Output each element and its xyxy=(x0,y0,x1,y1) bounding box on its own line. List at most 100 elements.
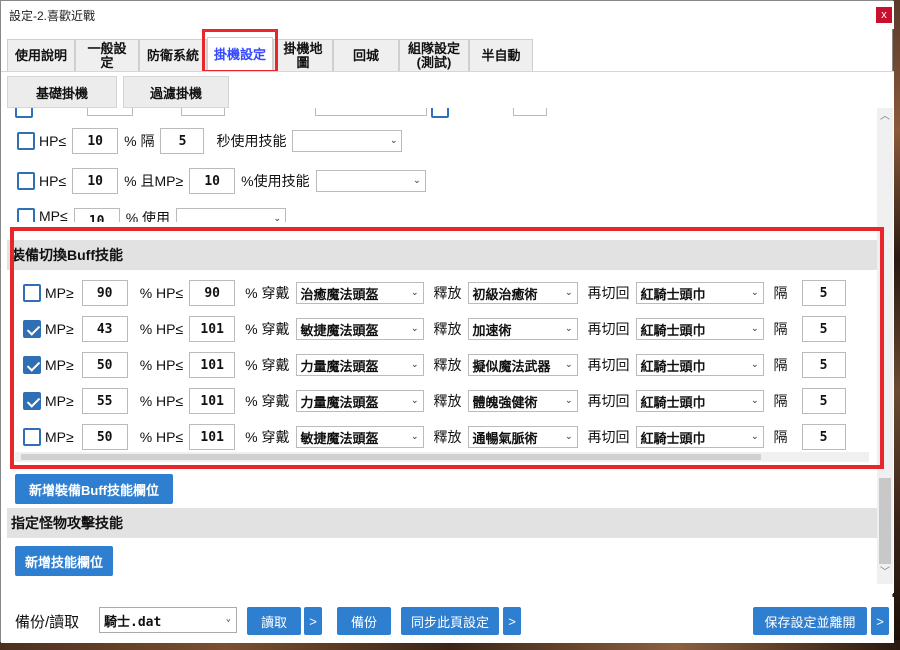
partial-input[interactable] xyxy=(181,108,225,116)
buff-section-header: 裝備切換Buff技能 xyxy=(7,240,877,270)
buff-row-checkbox[interactable] xyxy=(23,428,41,446)
buff-row-checkbox[interactable] xyxy=(23,320,41,338)
hp-threshold-input[interactable]: 90 xyxy=(189,280,236,306)
skill-select[interactable]: ⌄ xyxy=(176,208,287,222)
hp-threshold-input[interactable]: 101 xyxy=(189,424,236,450)
mp-use-checkbox[interactable] xyxy=(17,208,35,222)
chevron-down-icon: ⌄ xyxy=(564,359,573,369)
hp-threshold-input[interactable]: 101 xyxy=(189,316,236,342)
scroll-pane: HP≤ 10 % 隔 5 秒使用技能 ⌄ HP≤ 10 % 且MP≥ 10 %使… xyxy=(7,108,893,594)
interval-input[interactable]: 5 xyxy=(801,388,846,414)
scroll-down-icon[interactable]: ﹀ xyxy=(877,566,893,580)
hp-value-input[interactable]: 10 xyxy=(72,128,119,154)
partial-input[interactable] xyxy=(513,108,547,116)
interval-input[interactable]: 5 xyxy=(801,280,846,306)
save-and-exit-button[interactable]: 保存設定並離開 xyxy=(753,607,867,635)
load-more-button[interactable]: > xyxy=(304,607,322,635)
main-tabs: 使用說明 一般設定 防衛系統 掛機設定 掛機地圖 回城 組隊設定 (測試) 半自… xyxy=(7,37,533,71)
interval-label: 隔 xyxy=(773,321,788,337)
scroll-up-icon[interactable]: ︿ xyxy=(877,110,893,124)
add-buff-skill-button[interactable]: 新增裝備Buff技能欄位 xyxy=(15,474,173,504)
tab-party[interactable]: 組隊設定 (測試) xyxy=(399,39,469,71)
equip-select[interactable]: 力量魔法頭盔 ⌄ xyxy=(295,354,424,376)
hp-threshold-input[interactable]: 101 xyxy=(189,352,236,378)
buff-row: MP≥ 55 % HP≤ 101 % 穿戴 力量魔法頭盔 ⌄ 釋放 體魄強健術 ⌄ 再切回 紅騎士頭巾… xyxy=(23,388,852,414)
buff-skill-select[interactable]: 擬似魔法武器 ⌄ xyxy=(467,354,578,376)
tab-general[interactable]: 一般設定 xyxy=(75,39,139,71)
mp-threshold-input[interactable]: 50 xyxy=(81,352,128,378)
interval-input[interactable]: 5 xyxy=(801,424,846,450)
mp-value-input[interactable]: 10 xyxy=(189,168,236,194)
chevron-down-icon: ⌄ xyxy=(410,431,419,441)
mp-threshold-input[interactable]: 50 xyxy=(81,424,128,450)
subtab-basic-afk[interactable]: 基礎掛機 xyxy=(7,76,117,108)
tab-return-town[interactable]: 回城 xyxy=(333,39,399,71)
mp-label: MP≥ xyxy=(45,285,74,301)
mp-label: MP≥ xyxy=(45,357,74,373)
pct-wear-label: % 穿戴 xyxy=(245,285,290,301)
mp-value-input[interactable]: 10 xyxy=(73,208,120,222)
pct-wear-label: % 穿戴 xyxy=(245,429,290,445)
buff-skill-select[interactable]: 加速術 ⌄ xyxy=(467,318,578,340)
switch-back-equip-select[interactable]: 紅騎士頭巾 ⌄ xyxy=(635,318,764,340)
load-button[interactable]: 讀取 xyxy=(247,607,301,635)
chevron-down-icon: ⌄ xyxy=(225,614,231,624)
partial-input[interactable] xyxy=(87,108,133,116)
tab-afk-settings[interactable]: 掛機設定 xyxy=(207,37,273,71)
subtab-filter-afk[interactable]: 過濾掛機 xyxy=(123,76,229,108)
partial-select[interactable] xyxy=(315,108,427,116)
hp-interval-row: HP≤ 10 % 隔 5 秒使用技能 ⌄ xyxy=(17,128,412,154)
mp-threshold-input[interactable]: 55 xyxy=(81,388,128,414)
skill-select[interactable]: ⌄ xyxy=(315,170,426,192)
tab-semi-auto[interactable]: 半自動 xyxy=(469,39,533,71)
sync-more-button[interactable]: > xyxy=(503,607,521,635)
equip-select[interactable]: 力量魔法頭盔 ⌄ xyxy=(295,390,424,412)
config-file-select[interactable]: 騎士.dat ⌄ xyxy=(99,607,237,633)
pct-hp-label: % HP≤ xyxy=(139,393,184,409)
mp-label: MP≥ xyxy=(45,321,74,337)
mp-threshold-input[interactable]: 90 xyxy=(81,280,128,306)
release-label: 釋放 xyxy=(433,357,462,373)
buff-row-checkbox[interactable] xyxy=(23,356,41,374)
equip-select[interactable]: 敏捷魔法頭盔 ⌄ xyxy=(295,426,424,448)
switch-back-label: 再切回 xyxy=(587,357,630,373)
hp-interval-checkbox[interactable] xyxy=(17,132,35,150)
close-button[interactable]: x xyxy=(876,7,892,23)
skill-select[interactable]: ⌄ xyxy=(292,130,403,152)
buff-skill-select[interactable]: 初級治癒術 ⌄ xyxy=(467,282,578,304)
mp-use-row: MP≤ 10 % 使用 ⌄ xyxy=(17,208,296,222)
buff-skill-select[interactable]: 體魄強健術 ⌄ xyxy=(467,390,578,412)
switch-back-equip-select[interactable]: 紅騎士頭巾 ⌄ xyxy=(635,282,764,304)
backup-button[interactable]: 備份 xyxy=(337,607,391,635)
sync-page-button[interactable]: 同步此頁設定 xyxy=(401,607,499,635)
scroll-thumb[interactable] xyxy=(21,454,761,460)
interval-input[interactable]: 5 xyxy=(801,316,846,342)
buff-skill-select[interactable]: 通暢氣脈術 ⌄ xyxy=(467,426,578,448)
tab-afk-map[interactable]: 掛機地圖 xyxy=(273,39,333,71)
scroll-thumb[interactable] xyxy=(879,478,891,564)
switch-back-equip-select[interactable]: 紅騎士頭巾 ⌄ xyxy=(635,354,764,376)
add-skill-button[interactable]: 新增技能欄位 xyxy=(15,546,113,576)
interval-input[interactable]: 5 xyxy=(801,352,846,378)
save-more-button[interactable]: > xyxy=(871,607,889,635)
hp-value-input[interactable]: 10 xyxy=(72,168,119,194)
switch-back-equip-select[interactable]: 紅騎士頭巾 ⌄ xyxy=(635,426,764,448)
vertical-scrollbar[interactable]: ︿ ﹀ xyxy=(877,108,893,584)
buff-row-checkbox[interactable] xyxy=(23,392,41,410)
horizontal-scrollbar[interactable] xyxy=(15,452,869,462)
tab-usage[interactable]: 使用說明 xyxy=(7,39,75,71)
tab-defense[interactable]: 防衛系統 xyxy=(139,39,207,71)
equip-select[interactable]: 治癒魔法頭盔 ⌄ xyxy=(295,282,424,304)
checkbox[interactable] xyxy=(431,108,449,118)
hp-mp-checkbox[interactable] xyxy=(17,172,35,190)
checkbox[interactable] xyxy=(15,108,33,118)
seconds-input[interactable]: 5 xyxy=(160,128,205,154)
mp-threshold-input[interactable]: 43 xyxy=(81,316,128,342)
hp-threshold-input[interactable]: 101 xyxy=(189,388,236,414)
switch-back-equip-select[interactable]: 紅騎士頭巾 ⌄ xyxy=(635,390,764,412)
buff-row-checkbox[interactable] xyxy=(23,284,41,302)
chevron-down-icon: ⌄ xyxy=(273,213,282,222)
equip-select[interactable]: 敏捷魔法頭盔 ⌄ xyxy=(295,318,424,340)
interval-label: 隔 xyxy=(773,393,788,409)
hp-mp-row: HP≤ 10 % 且MP≥ 10 %使用技能 ⌄ xyxy=(17,168,436,194)
